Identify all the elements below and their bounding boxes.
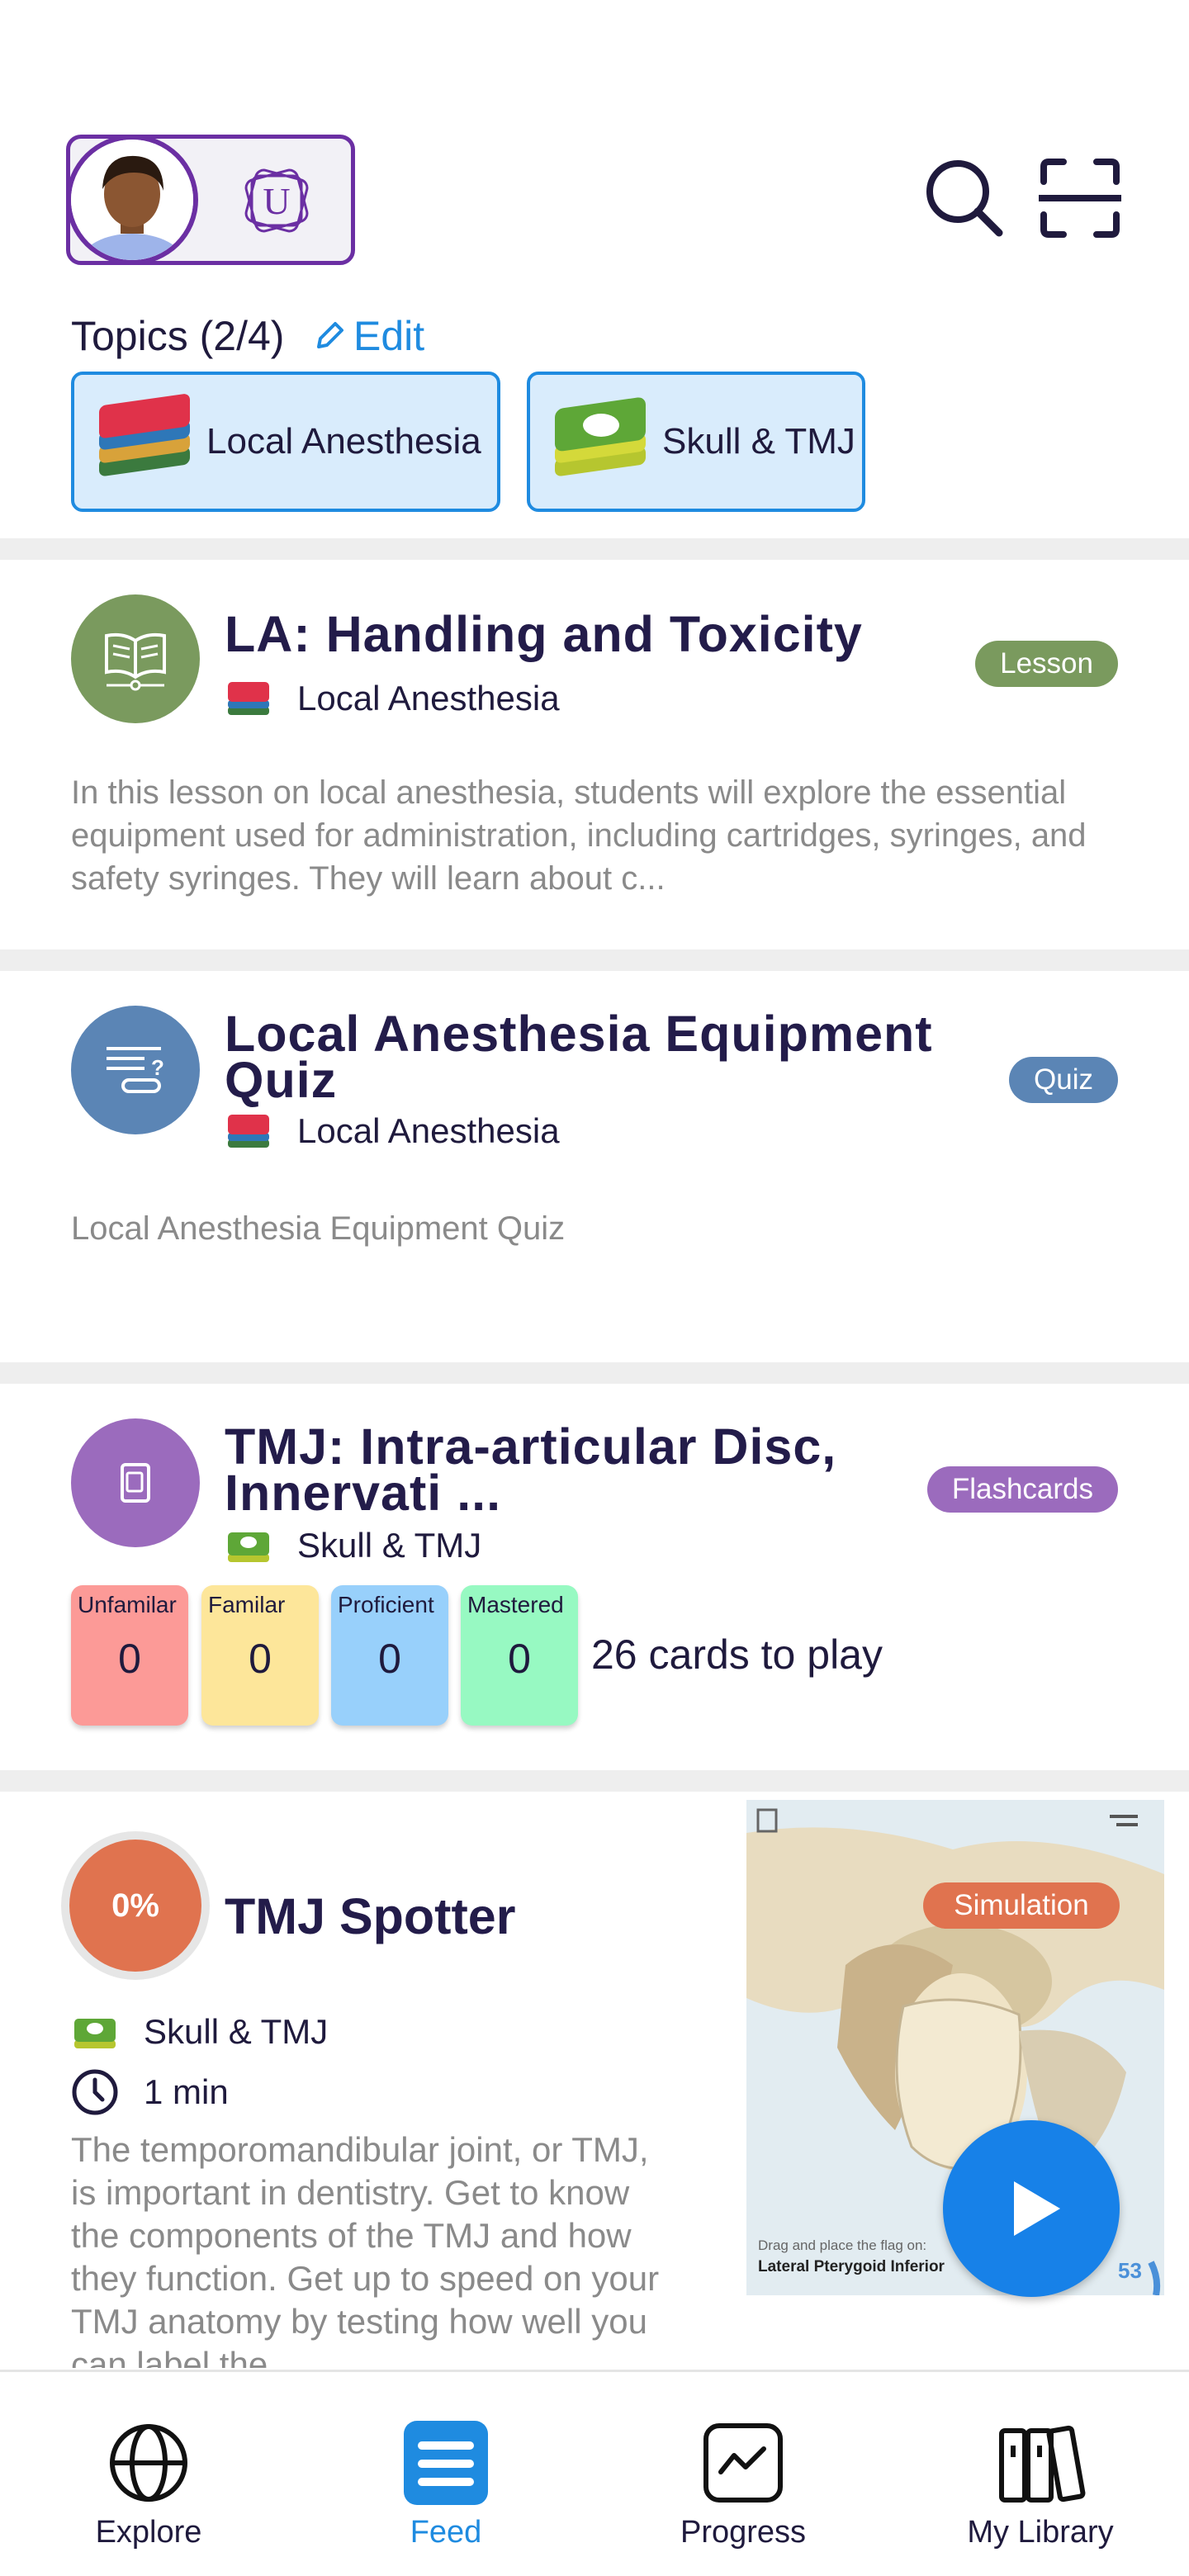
search-icon — [926, 160, 1003, 237]
profile-switcher[interactable]: U — [66, 135, 355, 265]
play-button[interactable] — [943, 2120, 1120, 2297]
lesson-description: In this lesson on local anesthesia, stud… — [71, 774, 1087, 897]
skull-tmj-stack-icon — [228, 1532, 269, 1562]
quiz-title-line1: Local Anesthesia Equipment — [225, 1006, 933, 1062]
simulation-progress: 0% — [69, 1840, 201, 1972]
skull-tmj-stack-icon — [74, 2019, 116, 2048]
search-button[interactable] — [923, 157, 1006, 239]
flashcards-badge: Flashcards — [926, 1466, 1118, 1513]
local-anesthesia-stack-icon — [228, 682, 269, 715]
skull-tmj-stack-icon — [555, 397, 646, 476]
simulation-badge: Simulation — [923, 1882, 1120, 1929]
library-icon — [999, 2425, 1086, 2503]
thumbnail-counter: 53 — [1118, 2258, 1142, 2283]
pencil-icon — [317, 322, 343, 348]
lesson-title: LA: Handling and Toxicity — [225, 606, 863, 662]
feed-divider — [0, 538, 1189, 560]
globe-icon — [110, 2424, 187, 2502]
lesson-type-badge — [71, 594, 200, 723]
mastery-mastered: Mastered 0 — [461, 1585, 578, 1726]
feed-divider — [0, 1770, 1189, 1792]
clock-icon — [72, 2069, 118, 2115]
flashcards-topic: Skull & TMJ — [225, 1524, 481, 1567]
topic-chip-skull-tmj[interactable]: Skull & TMJ — [527, 372, 865, 512]
feed-icon — [404, 2421, 488, 2505]
scan-icon — [1039, 159, 1121, 238]
nav-progress[interactable]: Progress — [594, 2372, 892, 2576]
nav-explore[interactable]: Explore — [0, 2372, 297, 2576]
flashcard-icon — [121, 1463, 150, 1503]
quiz-description: Local Anesthesia Equipment Quiz — [71, 1210, 566, 1247]
simulation-topic-label: Skull & TMJ — [144, 2012, 329, 2051]
edit-label: Edit — [353, 313, 425, 359]
thumbnail-target: Lateral Pterygoid Inferior — [758, 2258, 945, 2275]
simulation-topic: Skull & TMJ — [71, 2010, 328, 2053]
topics-heading: Topics (2/4) — [71, 313, 285, 359]
mastery-unfamiliar: Unfamilar 0 — [71, 1585, 188, 1726]
nav-label: Feed — [410, 2515, 482, 2550]
header: U Topics (2/4) Edit Local Anesthesia Sku… — [0, 0, 1189, 545]
svg-text:?: ? — [151, 1055, 164, 1080]
user-avatar[interactable] — [66, 135, 198, 265]
flashcards-title-line2: Innervati ... — [225, 1465, 502, 1521]
quiz-icon: ? — [107, 1047, 164, 1093]
simulation-title: TMJ Spotter — [225, 1888, 516, 1944]
nav-my-library[interactable]: My Library — [892, 2372, 1189, 2576]
mastery-proficient: Proficient 0 — [331, 1585, 448, 1726]
flashcards-type-badge — [71, 1418, 200, 1547]
avatar-icon — [71, 140, 193, 260]
nav-label: My Library — [967, 2515, 1114, 2550]
svg-text:U: U — [263, 180, 290, 222]
nav-label: Explore — [95, 2515, 202, 2550]
quiz-card[interactable]: ? Local Anesthesia Equipment Quiz Local … — [0, 971, 1189, 1362]
simulation-description: The temporomandibular joint, or TMJ, is … — [71, 2130, 660, 2368]
flashcards-topic-label: Skull & TMJ — [297, 1526, 482, 1565]
mastery-familiar: Familar 0 — [201, 1585, 319, 1726]
edit-topics-link[interactable]: Edit — [312, 312, 424, 360]
lesson-topic: Local Anesthesia — [225, 677, 560, 720]
organization-logo[interactable]: U — [235, 159, 318, 242]
progress-chart-icon — [703, 2423, 783, 2503]
quiz-title-line2: Quiz — [225, 1052, 338, 1108]
lesson-card[interactable]: LA: Handling and Toxicity Local Anesthes… — [0, 560, 1189, 949]
quiz-topic: Local Anesthesia — [225, 1110, 560, 1153]
lesson-badge: Lesson — [975, 641, 1118, 687]
local-anesthesia-stack-icon — [228, 1115, 269, 1148]
simulation-progress-ring: 0% — [61, 1831, 210, 1980]
quiz-badge: Quiz — [1009, 1057, 1118, 1103]
feed-divider — [0, 949, 1189, 971]
nav-feed[interactable]: Feed — [297, 2372, 594, 2576]
flashcards-title: TMJ: Intra-articular Disc, Innervati ... — [225, 1418, 837, 1521]
thumbnail-caption: Drag and place the flag on: — [758, 2237, 927, 2253]
topic-chip-label: Local Anesthesia — [206, 421, 481, 462]
cards-to-play: 26 cards to play — [591, 1631, 883, 1678]
lesson-topic-label: Local Anesthesia — [297, 679, 560, 717]
simulation-duration-label: 1 min — [144, 2072, 229, 2111]
topic-chip-label: Skull & TMJ — [662, 421, 855, 462]
quiz-topic-label: Local Anesthesia — [297, 1111, 560, 1150]
topic-chip-local-anesthesia[interactable]: Local Anesthesia — [71, 372, 500, 512]
open-book-icon — [105, 632, 166, 691]
quiz-type-badge: ? — [71, 1006, 200, 1134]
nav-label: Progress — [680, 2515, 807, 2550]
play-icon — [1014, 2181, 1060, 2236]
scan-button[interactable] — [1039, 157, 1121, 239]
quiz-title: Local Anesthesia Equipment Quiz — [225, 1006, 933, 1108]
bottom-navigation: Explore Feed Progress My Library — [0, 2370, 1189, 2576]
flashcards-title-line1: TMJ: Intra-articular Disc, — [225, 1418, 837, 1475]
feed-divider — [0, 1362, 1189, 1384]
simulation-duration: 1 min — [71, 2068, 229, 2116]
local-anesthesia-stack-icon — [99, 394, 190, 476]
